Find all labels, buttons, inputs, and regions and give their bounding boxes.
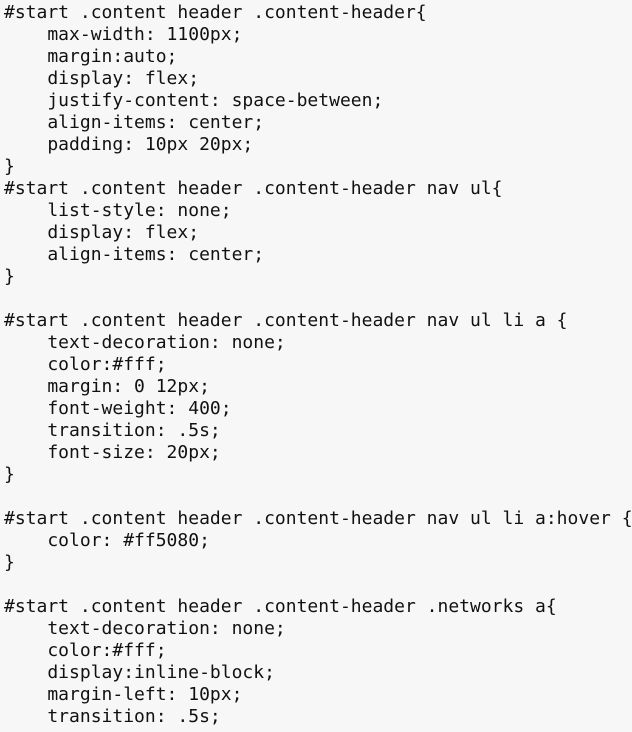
- code-line: display: flex;: [4, 68, 200, 89]
- code-line: #start .content header .content-header{: [4, 2, 427, 23]
- code-line: align-items: center;: [4, 112, 265, 133]
- code-line: font-weight: 400;: [4, 398, 232, 419]
- code-line: transition: .5s;: [4, 420, 221, 441]
- code-line: color:#fff;: [4, 354, 167, 375]
- code-line: }: [4, 156, 15, 177]
- code-line: color:#fff;: [4, 640, 167, 661]
- code-line: }: [4, 464, 15, 485]
- code-line: margin: 0 12px;: [4, 376, 210, 397]
- code-line: #start .content header .content-header n…: [4, 178, 503, 199]
- code-line: }: [4, 552, 15, 573]
- code-line: text-decoration: none;: [4, 618, 286, 639]
- code-line: justify-content: space-between;: [4, 90, 384, 111]
- code-line: display:inline-block;: [4, 662, 275, 683]
- code-line: text-decoration: none;: [4, 332, 286, 353]
- code-line: }: [4, 266, 15, 287]
- code-line: transition: .5s;: [4, 706, 221, 727]
- code-line: display: flex;: [4, 222, 200, 243]
- code-line: #start .content header .content-header .…: [4, 596, 557, 617]
- code-line: margin:auto;: [4, 46, 178, 67]
- code-line: margin-left: 10px;: [4, 684, 243, 705]
- code-line: #start .content header .content-header n…: [4, 508, 632, 529]
- code-line: max-width: 1100px;: [4, 24, 243, 45]
- code-line: padding: 10px 20px;: [4, 134, 254, 155]
- code-line: color: #ff5080;: [4, 530, 210, 551]
- code-line: #start .content header .content-header n…: [4, 310, 568, 331]
- code-line: align-items: center;: [4, 244, 265, 265]
- code-listing[interactable]: #start .content header .content-header{ …: [0, 0, 632, 732]
- code-line: list-style: none;: [4, 200, 232, 221]
- code-line: font-size: 20px;: [4, 442, 221, 463]
